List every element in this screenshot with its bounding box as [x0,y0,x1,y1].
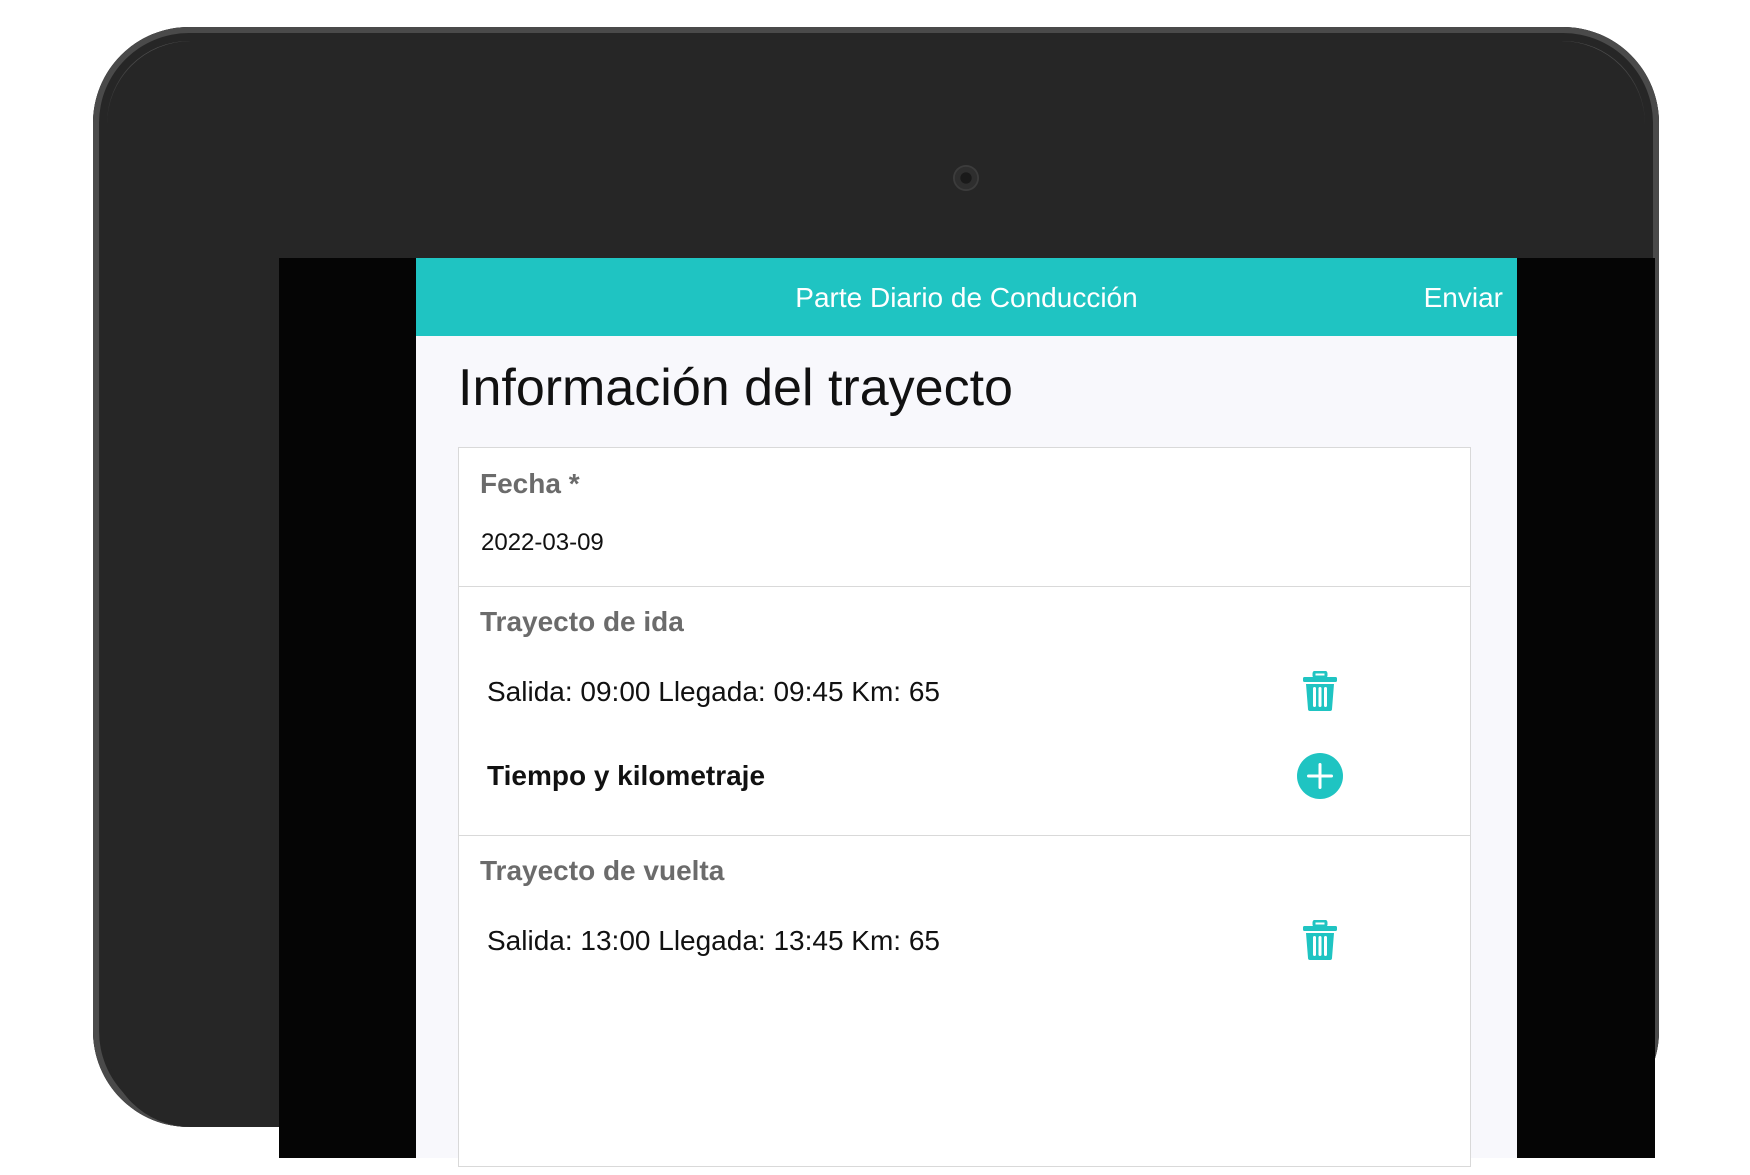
date-section: Fecha * 2022-03-09 [459,448,1470,587]
tablet-screen: Parte Diario de Conducción Enviar Inform… [279,258,1655,1167]
send-button[interactable]: Enviar [1424,282,1503,314]
navigation-bar: Parte Diario de Conducción Enviar [416,258,1517,336]
add-time-mileage-label: Tiempo y kilometraje [487,760,766,791]
navbar-title: Parte Diario de Conducción [795,282,1138,313]
trash-icon[interactable] [1301,670,1339,711]
outbound-trip-section: Trayecto de ida Salida: 09:00 Llegada: 0… [459,586,1470,836]
date-field[interactable]: 2022-03-09 [481,529,604,557]
trash-icon[interactable] [1301,919,1339,960]
return-trip-label: Trayecto de vuelta [480,855,725,886]
tablet-device-frame: Parte Diario de Conducción Enviar Inform… [93,27,1659,1167]
trip-form-card: Fecha * 2022-03-09 Trayecto de ida Salid… [458,447,1471,1167]
plus-circle-icon[interactable] [1297,753,1343,799]
date-label: Fecha * [480,468,580,499]
return-trip-section: Trayecto de vuelta Salida: 13:00 Llegada… [459,835,1470,1175]
page-title: Información del trayecto [458,359,1013,417]
front-camera [953,165,979,191]
return-trip-entry[interactable]: Salida: 13:00 Llegada: 13:45 Km: 65 [487,925,940,957]
outbound-trip-label: Trayecto de ida [480,606,684,637]
app-view: Parte Diario de Conducción Enviar Inform… [416,258,1517,1167]
outbound-trip-entry[interactable]: Salida: 09:00 Llegada: 09:45 Km: 65 [487,676,940,708]
